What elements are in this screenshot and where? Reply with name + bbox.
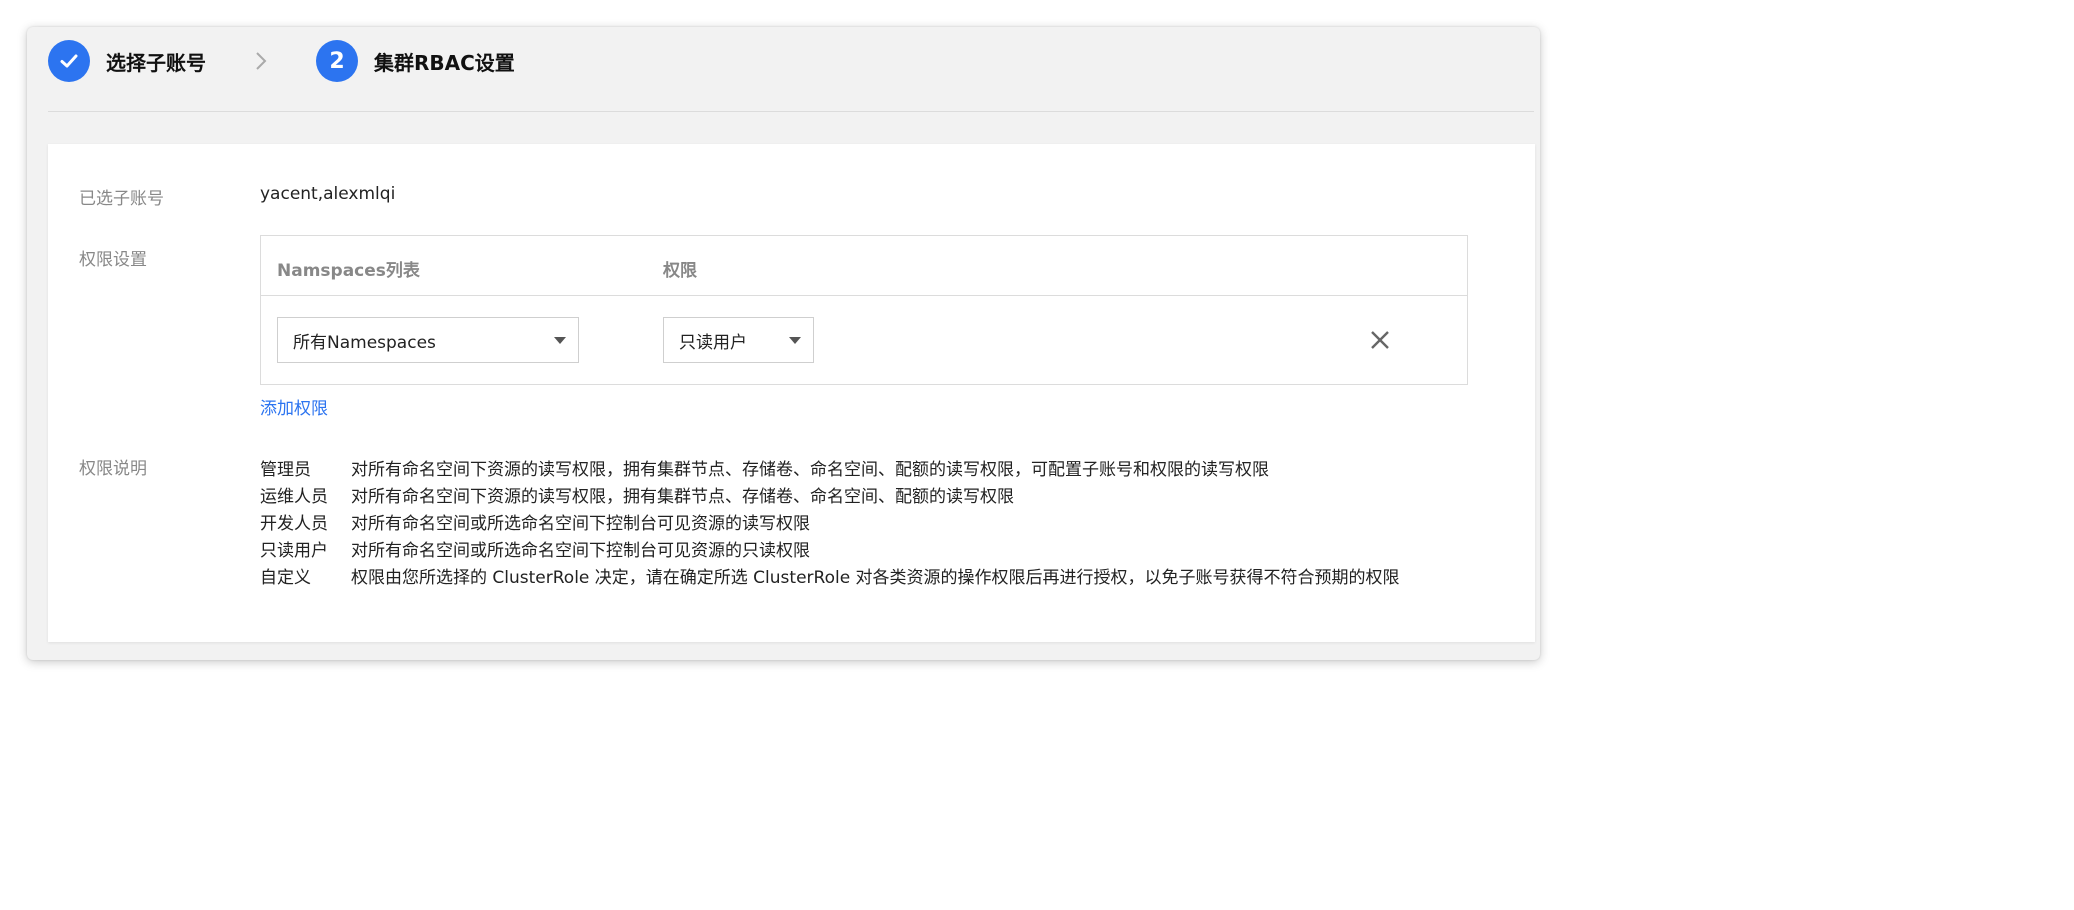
steps-bar: 选择子账号 2 集群RBAC设置 xyxy=(48,39,515,83)
role-name: 运维人员 xyxy=(260,487,328,507)
close-icon[interactable] xyxy=(1369,329,1391,351)
role-description: 对所有命名空间或所选命名空间下控制台可见资源的读写权限 xyxy=(351,514,810,534)
permission-settings-label: 权限设置 xyxy=(79,250,147,270)
list-item: 运维人员 对所有命名空间下资源的读写权限，拥有集群节点、存储卷、命名空间、配额的… xyxy=(260,481,1400,508)
step-1-title[interactable]: 选择子账号 xyxy=(106,47,206,76)
list-item: 只读用户 对所有命名空间或所选命名空间下控制台可见资源的只读权限 xyxy=(260,535,1400,562)
permission-explanation-list: 管理员 对所有命名空间下资源的读写权限，拥有集群节点、存储卷、命名空间、配额的读… xyxy=(260,454,1400,589)
role-description: 对所有命名空间或所选命名空间下控制台可见资源的只读权限 xyxy=(351,541,810,561)
role-name: 管理员 xyxy=(260,460,311,480)
role-description: 权限由您所选择的 ClusterRole 决定，请在确定所选 ClusterRo… xyxy=(351,568,1400,588)
steps-divider xyxy=(48,111,1534,112)
role-description: 对所有命名空间下资源的读写权限，拥有集群节点、存储卷、命名空间、配额的读写权限 xyxy=(351,487,1014,507)
step-1-done-badge xyxy=(48,40,90,82)
caret-down-icon xyxy=(789,337,801,344)
list-item: 自定义 权限由您所选择的 ClusterRole 决定，请在确定所选 Clust… xyxy=(260,562,1400,589)
permission-select-value: 只读用户 xyxy=(679,332,747,353)
namespace-select[interactable]: 所有Namespaces xyxy=(277,317,579,363)
permission-column-header: 权限 xyxy=(663,261,697,281)
permission-explanation-label: 权限说明 xyxy=(79,459,147,479)
role-name: 开发人员 xyxy=(260,514,328,534)
permission-table-header: Namspaces列表 权限 xyxy=(261,236,1467,296)
namespaces-column-header: Namspaces列表 xyxy=(277,261,420,281)
role-name: 自定义 xyxy=(260,568,311,588)
step-2-title: 集群RBAC设置 xyxy=(374,50,515,75)
table-row: 所有Namespaces 只读用户 xyxy=(261,296,1467,384)
namespace-select-value: 所有Namespaces xyxy=(293,332,436,353)
list-item: 开发人员 对所有命名空间或所选命名空间下控制台可见资源的读写权限 xyxy=(260,508,1400,535)
selected-accounts-label: 已选子账号 xyxy=(79,189,164,209)
check-icon xyxy=(60,54,78,68)
chevron-right-icon xyxy=(254,50,268,72)
role-name: 只读用户 xyxy=(260,541,328,561)
role-description: 对所有命名空间下资源的读写权限，拥有集群节点、存储卷、命名空间、配额的读写权限，… xyxy=(351,460,1269,480)
caret-down-icon xyxy=(554,337,566,344)
selected-accounts-value: yacent,alexmlqi xyxy=(260,184,396,204)
dialog-window: 选择子账号 2 集群RBAC设置 已选子账号 yacent,alexmlqi 权… xyxy=(27,27,1540,660)
list-item: 管理员 对所有命名空间下资源的读写权限，拥有集群节点、存储卷、命名空间、配额的读… xyxy=(260,454,1400,481)
step-2-number-badge: 2 xyxy=(316,40,358,82)
permission-table: Namspaces列表 权限 所有Namespaces 只读用户 xyxy=(260,235,1468,385)
add-permission-link[interactable]: 添加权限 xyxy=(260,394,328,419)
permission-select[interactable]: 只读用户 xyxy=(663,317,814,363)
rbac-settings-panel: 已选子账号 yacent,alexmlqi 权限设置 Namspaces列表 权… xyxy=(48,144,1535,642)
